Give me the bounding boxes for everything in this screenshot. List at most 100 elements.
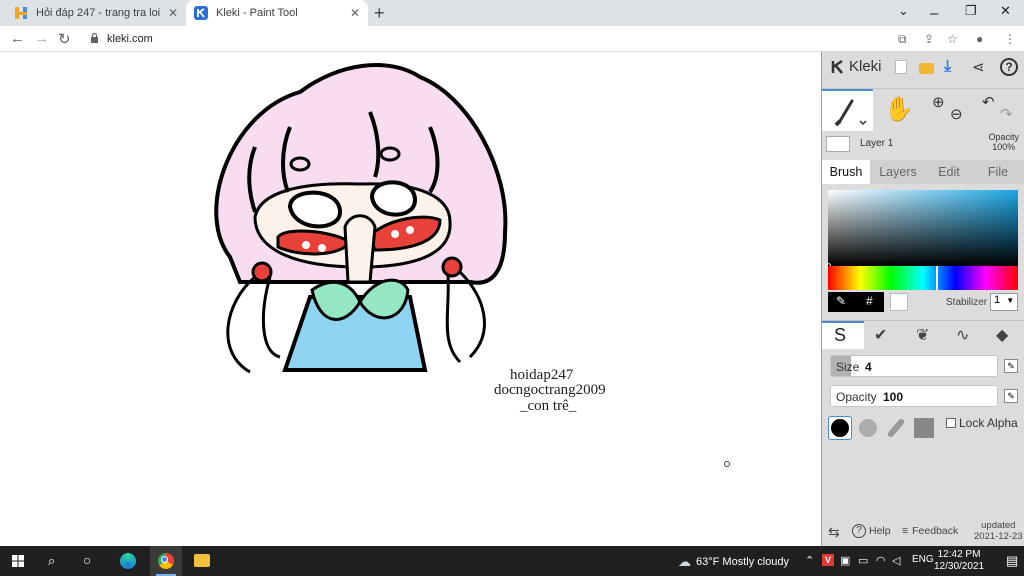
tab-brush[interactable]: Brush [822, 160, 870, 184]
pen-brush-icon: S [834, 325, 847, 345]
kleki-logo: Kleki [830, 58, 882, 75]
lock-alpha-label: Lock Alpha [959, 416, 1018, 430]
pixel-brush-icon[interactable]: ∿ [956, 325, 969, 345]
blend-brush-icon[interactable]: ✔ [874, 325, 887, 345]
tab-edit[interactable]: Edit [926, 160, 972, 184]
tab-file[interactable]: File [974, 160, 1022, 184]
tab-title: Hỏi đáp 247 - trang tra loi [36, 7, 161, 19]
round-shape-button[interactable] [828, 416, 852, 440]
eyedropper-button[interactable]: ✎ # [828, 292, 884, 312]
close-tab-icon[interactable]: ✕ [350, 6, 360, 20]
chrome-taskbar-button[interactable] [150, 546, 182, 576]
panel-tabs: Brush Layers Edit File [822, 160, 1024, 184]
tab-search-icon[interactable]: ⌄ [898, 3, 909, 19]
hue-slider[interactable] [828, 266, 1018, 290]
profile-icon[interactable]: ● [976, 32, 983, 46]
open-folder-icon[interactable] [918, 58, 936, 76]
close-window-icon[interactable]: ✕ [1000, 3, 1011, 19]
opacity-slider[interactable]: Opacity 100 [830, 385, 998, 407]
cloud-icon: ☁ [678, 554, 691, 569]
url-text[interactable]: kleki.com [107, 33, 153, 45]
bookmark-star-icon[interactable]: ☆ [947, 32, 958, 46]
layer-opacity-value: 100% [992, 142, 1016, 152]
lock-icon[interactable] [90, 33, 99, 43]
swap-side-icon[interactable]: ⇆ [828, 524, 840, 541]
cortana-icon[interactable]: ○ [83, 552, 91, 568]
close-tab-icon[interactable]: ✕ [168, 6, 178, 20]
zoom-out-icon[interactable]: ⊖ [950, 105, 963, 123]
size-pressure-toggle[interactable]: ✎ [1004, 359, 1018, 373]
zoom-in-icon[interactable]: ⊕ [932, 93, 945, 111]
updated-label: updated [981, 520, 1016, 531]
size-slider[interactable]: Size 4 [830, 355, 998, 377]
address-bar: ← → ↻ kleki.com ⧉ ⇪ ☆ ● ⋮ [0, 26, 1024, 52]
help-button[interactable]: ? Help [852, 524, 891, 538]
color-saturation-picker[interactable] [825, 190, 1018, 269]
secondary-color-swatch[interactable] [890, 293, 908, 311]
brush-icon [834, 99, 867, 127]
opacity-pressure-toggle[interactable]: ✎ [1004, 389, 1018, 403]
file-explorer-icon[interactable] [194, 554, 210, 567]
hue-cursor [936, 266, 938, 290]
sketchy-brush-icon[interactable]: ❦ [916, 325, 929, 345]
hand-tool-icon[interactable]: ✋ [884, 95, 914, 124]
vietkey-icon[interactable]: V [822, 554, 834, 566]
panel-footer: ⇆ ? Help ≡ Feedback updated 2021-12-23 [822, 518, 1024, 546]
pencil-shape-button[interactable] [884, 416, 908, 440]
tab-hoidap247[interactable]: Hỏi đáp 247 - trang tra loi ✕ [6, 0, 186, 26]
brush-tool-button[interactable] [822, 89, 873, 131]
lock-alpha-box [946, 418, 956, 428]
volume-icon[interactable]: ◁ [892, 554, 900, 567]
hoidap-favicon-icon [15, 7, 27, 19]
wifi-icon[interactable]: ◠ [876, 554, 886, 567]
share-icon[interactable]: ⋖ [972, 58, 990, 76]
eraser-icon[interactable]: ◆ [996, 325, 1008, 345]
opacity-value: 100 [883, 390, 904, 404]
language-indicator[interactable]: ENG [912, 554, 934, 565]
new-tab-button[interactable]: + [374, 3, 385, 24]
clock-date: 12/30/2021 [934, 561, 985, 572]
help-icon[interactable]: ? [1000, 58, 1018, 76]
kleki-logo-icon [831, 59, 843, 74]
download-icon[interactable]: ⤓ [944, 58, 962, 76]
new-image-icon[interactable] [892, 58, 910, 76]
feedback-icon: ≡ [902, 525, 909, 537]
translate-icon[interactable]: ⧉ [898, 32, 907, 47]
layer-preview-row[interactable]: Layer 1 Opacity 100% [822, 132, 1024, 160]
search-icon[interactable]: ⌕ [48, 553, 55, 569]
forward-icon[interactable]: → [34, 30, 49, 47]
tab-kleki[interactable]: Kleki - Paint Tool ✕ [186, 0, 368, 26]
updated-info[interactable]: updated 2021-12-23 [974, 520, 1023, 542]
brand-name: Kleki [849, 58, 882, 75]
soft-shape-button[interactable] [856, 416, 880, 440]
stabilizer-select[interactable]: 1 ▼ [990, 293, 1018, 311]
lock-alpha-checkbox[interactable]: Lock Alpha [946, 416, 1018, 430]
restore-icon[interactable]: ❐ [965, 3, 977, 19]
network-icon[interactable]: ▭ [858, 554, 868, 567]
redo-icon[interactable]: ↷ [1000, 105, 1013, 123]
pen-brush-button[interactable]: S [822, 321, 864, 349]
feedback-button[interactable]: ≡ Feedback [902, 525, 958, 537]
reload-icon[interactable]: ↻ [58, 30, 71, 48]
hex-input-button[interactable]: # [866, 294, 873, 308]
edge-icon[interactable] [120, 553, 136, 569]
feedback-label: Feedback [912, 525, 959, 537]
tray-app-icon[interactable]: ▣ [840, 554, 850, 567]
minimize-icon[interactable]: – [930, 5, 938, 22]
drawing-canvas[interactable]: hoidap247 docngoctrang2009 _con trê_ [0, 52, 821, 546]
undo-icon[interactable]: ↶ [982, 93, 995, 111]
tray-chevron-icon[interactable]: ⌃ [805, 554, 814, 567]
updated-date: 2021-12-23 [974, 531, 1023, 542]
back-icon[interactable]: ← [10, 30, 25, 47]
share-icon[interactable]: ⇪ [924, 32, 934, 46]
tab-layers[interactable]: Layers [872, 160, 924, 184]
notification-icon[interactable]: ▤ [1006, 553, 1018, 569]
size-label: Size [836, 360, 860, 374]
windows-start-icon[interactable] [12, 555, 24, 567]
weather-widget[interactable]: ☁ 63°F Mostly cloudy [678, 554, 789, 570]
help-label: Help [869, 525, 891, 537]
chrome-icon [158, 553, 174, 569]
square-shape-button[interactable] [912, 416, 936, 440]
menu-kebab-icon[interactable]: ⋮ [1004, 32, 1016, 46]
system-clock[interactable]: 12:42 PM 12/30/2021 [934, 549, 984, 573]
